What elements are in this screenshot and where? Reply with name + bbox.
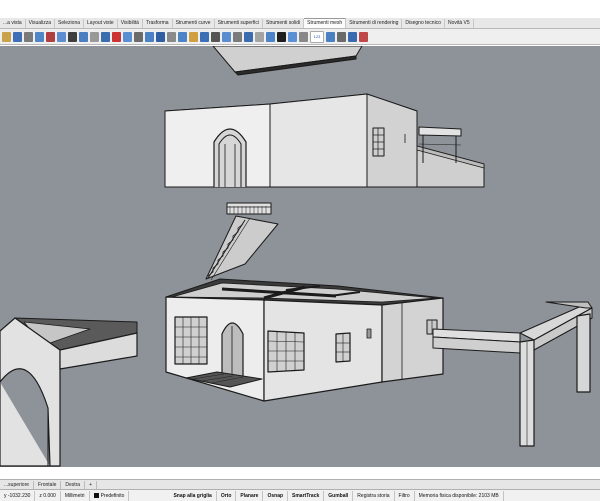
tab-strumenti-curve[interactable]: Strumenti curve <box>173 19 215 28</box>
mesh-tool-icon[interactable] <box>167 31 176 42</box>
tab-seleziona[interactable]: Seleziona <box>55 19 85 28</box>
planare-toggle[interactable]: Planare <box>236 490 264 501</box>
upper-floor-model[interactable] <box>164 93 485 188</box>
mesh-tool-icon[interactable] <box>2 31 11 42</box>
perspective-viewport[interactable] <box>0 46 600 467</box>
mesh-tool-icon[interactable] <box>145 31 154 42</box>
status-units[interactable]: Millimetri <box>61 490 90 501</box>
snap-grid-toggle[interactable]: Snap alla griglia <box>169 490 217 501</box>
mesh-tool-icon[interactable] <box>79 31 88 42</box>
mesh-tool-icon[interactable] <box>24 31 33 42</box>
ribbon-tabs: ...a vista Visualizza Seleziona Layout v… <box>0 18 600 29</box>
mesh-tool-icon[interactable] <box>156 31 165 42</box>
mesh-tool-icon[interactable] <box>244 31 253 42</box>
osnap-toggle[interactable]: Osnap <box>263 490 289 501</box>
mesh-tool-icon[interactable] <box>288 31 297 42</box>
tab-strumenti-solidi[interactable]: Strumenti solidi <box>263 19 305 28</box>
staircase-model[interactable] <box>205 202 279 281</box>
mesh-tool-icon[interactable] <box>68 31 77 42</box>
status-bar: y -1032.230 z 0.000 Millimetri Predefini… <box>0 489 600 501</box>
mesh-tool-icon[interactable] <box>46 31 55 42</box>
mesh-tool-icon[interactable] <box>13 31 22 42</box>
status-layer-label: Predefinito <box>100 492 125 499</box>
window-top-strip <box>0 0 600 18</box>
status-coords-y: y -1032.230 <box>0 490 36 501</box>
arched-wall-model[interactable] <box>0 317 138 467</box>
orto-toggle[interactable]: Orto <box>217 490 237 501</box>
mesh-tool-icon[interactable] <box>200 31 209 42</box>
mesh-tool-icon[interactable] <box>359 31 368 42</box>
tab-visibilita[interactable]: Visibilità <box>118 19 143 28</box>
mesh-tool-icon[interactable] <box>112 31 121 42</box>
mesh-count-icon[interactable]: 123 <box>310 30 324 43</box>
mesh-tool-icon[interactable] <box>211 31 220 42</box>
mesh-tool-icon[interactable] <box>326 31 335 42</box>
gumball-toggle[interactable]: Gumball <box>324 490 354 501</box>
mesh-tool-icon[interactable] <box>348 31 357 42</box>
filter-toggle[interactable]: Filtro <box>395 490 415 501</box>
viewport-tab-top[interactable]: ...superiore <box>0 480 35 489</box>
tab-strumenti-mesh[interactable]: Strumenti mesh <box>304 18 347 28</box>
tab-visualizza[interactable]: Visualizza <box>26 19 56 28</box>
tab-vista[interactable]: ...a vista <box>0 19 26 28</box>
tab-layout-viste[interactable]: Layout viste <box>84 19 118 28</box>
roof-slab-model[interactable] <box>212 46 363 76</box>
mesh-tool-icon[interactable] <box>266 31 275 42</box>
mesh-tool-icon[interactable] <box>123 31 132 42</box>
mesh-tool-icon[interactable] <box>299 31 308 42</box>
tab-trasforma[interactable]: Trasforma <box>143 19 173 28</box>
model-view-canvas[interactable] <box>0 46 600 467</box>
mesh-tool-icon[interactable] <box>222 31 231 42</box>
mesh-tool-icon[interactable] <box>35 31 44 42</box>
tab-novita-v5[interactable]: Novità V5 <box>445 19 474 28</box>
status-coords-z: z 0.000 <box>35 490 61 501</box>
viewport-tabs: ...superiore Frontale Destra + <box>0 479 600 489</box>
tab-strumenti-rendering[interactable]: Strumenti di rendering <box>346 19 403 28</box>
mesh-tool-icon[interactable] <box>178 31 187 42</box>
history-toggle[interactable]: Registra storia <box>353 490 395 501</box>
mesh-tool-icon[interactable] <box>233 31 242 42</box>
layer-color-swatch <box>93 492 99 498</box>
mesh-tool-icon[interactable] <box>189 31 198 42</box>
status-layer[interactable]: Predefinito <box>90 490 130 501</box>
mesh-tool-icon[interactable] <box>101 31 110 42</box>
mesh-toolbar: 123 <box>0 29 600 45</box>
mesh-tool-icon[interactable] <box>134 31 143 42</box>
memory-readout: Memoria fisica disponibile: 2103 MB <box>415 490 504 501</box>
add-viewport-tab-icon[interactable]: + <box>85 480 98 489</box>
mesh-tool-icon[interactable] <box>255 31 264 42</box>
tab-strumenti-superfici[interactable]: Strumenti superfici <box>215 19 263 28</box>
pergola-model[interactable] <box>432 301 593 447</box>
smarttrack-toggle[interactable]: SmartTrack <box>288 490 325 501</box>
mesh-tool-icon[interactable] <box>90 31 99 42</box>
viewport-tab-right[interactable]: Destra <box>61 480 86 489</box>
mesh-tool-icon[interactable] <box>337 31 346 42</box>
viewport-tab-front[interactable]: Frontale <box>34 480 62 489</box>
mesh-tool-icon[interactable] <box>57 31 66 42</box>
mesh-tool-icon[interactable] <box>277 31 286 42</box>
ground-floor-model[interactable] <box>165 278 444 402</box>
tab-disegno-tecnico[interactable]: Disegno tecnico <box>402 19 445 28</box>
